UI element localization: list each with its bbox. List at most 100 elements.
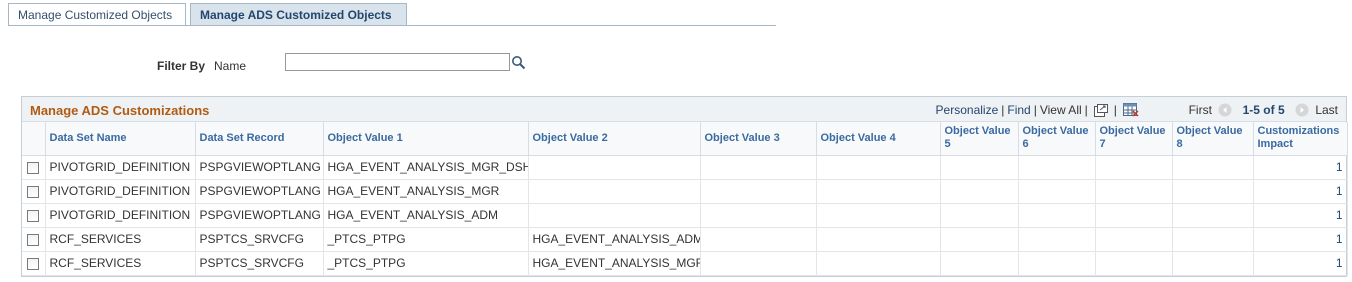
row-checkbox[interactable] xyxy=(27,185,39,198)
find-link[interactable]: Find xyxy=(1007,103,1030,117)
table-cell: HGA_EVENT_ANALYSIS_MGR xyxy=(323,179,529,204)
customizations-impact-link[interactable]: 1 xyxy=(1253,251,1348,276)
customizations-impact-link[interactable]: 1 xyxy=(1253,203,1348,228)
table-row: PIVOTGRID_DEFINITION PSPGVIEWOPTLANG HGA_E… xyxy=(22,179,1348,204)
next-arrow-icon[interactable] xyxy=(1295,103,1309,120)
table-cell xyxy=(700,203,817,228)
filter-by-label: Filter By xyxy=(157,59,206,73)
view-all-link[interactable]: View All xyxy=(1040,103,1082,117)
row-select-cell xyxy=(22,155,46,180)
table-cell: PIVOTGRID_DEFINITION xyxy=(45,203,196,228)
column-header[interactable]: Object Value 5 xyxy=(940,122,1019,156)
row-range: 1-5 of 5 xyxy=(1242,103,1285,117)
table-cell: HGA_EVENT_ANALYSIS_ADM xyxy=(528,227,701,252)
row-select-cell xyxy=(22,179,46,204)
tab-manage-ads-customized-objects[interactable]: Manage ADS Customized Objects xyxy=(190,3,407,25)
column-header[interactable]: Data Set Record xyxy=(195,122,324,156)
filter-field-label: Name xyxy=(214,59,247,73)
table-cell: PIVOTGRID_DEFINITION xyxy=(45,179,196,204)
column-header[interactable]: Object Value 7 xyxy=(1095,122,1173,156)
table-cell xyxy=(816,251,941,276)
grid-header: Manage ADS Customizations Personalize | Fi… xyxy=(22,97,1346,122)
table-cell xyxy=(1095,203,1173,228)
table-cell xyxy=(1172,203,1254,228)
table-header-row: Data Set Name Data Set Record Object Val… xyxy=(22,122,1348,156)
new-window-icon[interactable] xyxy=(1093,104,1108,120)
table-cell: HGA_EVENT_ANALYSIS_MGR_DSH xyxy=(323,155,529,180)
table-cell xyxy=(1018,227,1096,252)
table-cell xyxy=(1018,251,1096,276)
table-cell: PSPGVIEWOPTLANG xyxy=(195,203,324,228)
table-cell: PSPTCS_SRVCFG xyxy=(195,251,324,276)
grid-title: Manage ADS Customizations xyxy=(30,103,210,118)
table-cell xyxy=(940,227,1019,252)
first-link[interactable]: First xyxy=(1189,103,1212,117)
column-header[interactable]: Object Value 8 xyxy=(1172,122,1254,156)
column-header[interactable]: Object Value 2 xyxy=(528,122,701,156)
search-icon[interactable] xyxy=(511,55,526,70)
table-cell xyxy=(1172,227,1254,252)
customizations-impact-link[interactable]: 1 xyxy=(1253,227,1348,252)
table-cell xyxy=(700,155,817,180)
table-cell xyxy=(700,227,817,252)
table-cell: PIVOTGRID_DEFINITION xyxy=(45,155,196,180)
customizations-table: Data Set Name Data Set Record Object Val… xyxy=(22,122,1348,276)
column-header[interactable]: Data Set Name xyxy=(45,122,196,156)
table-cell: RCF_SERVICES xyxy=(45,227,196,252)
table-row: RCF_SERVICES PSPTCS_SRVCFG _PTCS_PTPG HGA_E… xyxy=(22,227,1348,252)
table-cell xyxy=(940,251,1019,276)
tab-manage-customized-objects[interactable]: Manage Customized Objects xyxy=(8,3,186,25)
row-checkbox[interactable] xyxy=(27,209,39,222)
column-header[interactable]: Object Value 4 xyxy=(816,122,941,156)
table-cell xyxy=(700,179,817,204)
column-header[interactable]: Object Value 1 xyxy=(323,122,529,156)
row-select-cell xyxy=(22,227,46,252)
table-cell xyxy=(1095,179,1173,204)
customizations-impact-link[interactable]: 1 xyxy=(1253,155,1348,180)
personalize-link[interactable]: Personalize xyxy=(936,103,999,117)
select-column-header xyxy=(22,122,46,156)
table-cell xyxy=(940,203,1019,228)
customizations-impact-link[interactable]: 1 xyxy=(1253,179,1348,204)
column-header[interactable]: Object Value 3 xyxy=(700,122,817,156)
table-cell xyxy=(1018,179,1096,204)
table-cell xyxy=(940,155,1019,180)
previous-arrow-icon[interactable] xyxy=(1218,103,1232,120)
table-cell xyxy=(1095,251,1173,276)
column-header[interactable]: Object Value 6 xyxy=(1018,122,1096,156)
table-cell: HGA_EVENT_ANALYSIS_ADM xyxy=(323,203,529,228)
table-row: RCF_SERVICES PSPTCS_SRVCFG _PTCS_PTPG HGA_E… xyxy=(22,251,1348,276)
table-cell xyxy=(1172,179,1254,204)
table-cell xyxy=(1172,251,1254,276)
table-row: PIVOTGRID_DEFINITION PSPGVIEWOPTLANG HGA_E… xyxy=(22,155,1348,180)
grid-navigation: Personalize | Find | View All | | First 1-5 of… xyxy=(936,103,1338,120)
download-to-excel-icon[interactable] xyxy=(1122,103,1139,120)
table-cell xyxy=(528,179,701,204)
table-cell: RCF_SERVICES xyxy=(45,251,196,276)
table-cell xyxy=(1095,155,1173,180)
column-header[interactable]: Customizations Impact xyxy=(1253,122,1348,156)
last-link[interactable]: Last xyxy=(1315,103,1338,117)
table-cell: PSPTCS_SRVCFG xyxy=(195,227,324,252)
table-cell: _PTCS_PTPG xyxy=(323,251,529,276)
table-cell xyxy=(816,203,941,228)
row-checkbox[interactable] xyxy=(27,233,39,246)
row-select-cell xyxy=(22,203,46,228)
table-cell xyxy=(700,251,817,276)
row-select-cell xyxy=(22,251,46,276)
table-cell xyxy=(528,203,701,228)
row-checkbox[interactable] xyxy=(27,257,39,270)
table-cell: HGA_EVENT_ANALYSIS_MGR xyxy=(528,251,701,276)
table-cell xyxy=(1018,203,1096,228)
filter-name-input[interactable] xyxy=(285,53,510,71)
row-checkbox[interactable] xyxy=(27,161,39,174)
table-cell xyxy=(940,179,1019,204)
table-cell xyxy=(1095,227,1173,252)
table-cell: PSPGVIEWOPTLANG xyxy=(195,179,324,204)
ads-customizations-grid: Manage ADS Customizations Personalize | Fi… xyxy=(21,96,1348,277)
table-cell xyxy=(1172,155,1254,180)
table-cell xyxy=(528,155,701,180)
table-cell: PSPGVIEWOPTLANG xyxy=(195,155,324,180)
table-cell xyxy=(1018,155,1096,180)
table-cell xyxy=(816,227,941,252)
